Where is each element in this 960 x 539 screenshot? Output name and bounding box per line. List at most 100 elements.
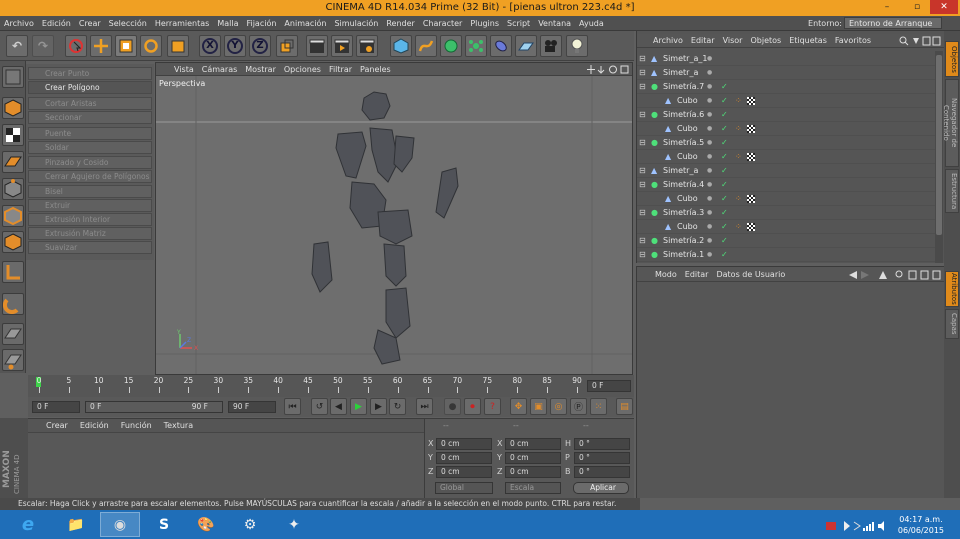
obj-menu-etiquetas[interactable]: Etiquetas [785,34,831,48]
expand-toggle-icon[interactable]: ⊟ [639,164,646,178]
menu-simulacion[interactable]: Simulación [330,16,382,31]
floor-button[interactable] [515,35,537,57]
y-axis-lock-button[interactable]: Y [224,35,246,57]
size-z-field[interactable]: 0 cm [505,466,561,478]
light-button[interactable] [566,35,588,57]
mat-menu-textura[interactable]: Textura [158,419,199,433]
next-frame-button[interactable]: ▶ [370,398,387,415]
array-button[interactable] [465,35,487,57]
visibility-dot-icon[interactable]: ● [707,164,712,178]
end-frame-field[interactable]: 90 F [228,401,276,413]
expand-toggle-icon[interactable]: ⊟ [639,178,646,192]
coord-scale-select[interactable]: Escala [505,482,561,494]
menu-crear[interactable]: Crear [75,16,105,31]
workplane-grid-button[interactable] [2,349,24,371]
visibility-dot-icon[interactable]: ● [707,178,712,192]
material-tag-icon[interactable] [747,153,755,161]
material-tag-icon[interactable] [747,195,755,203]
last-tool-button[interactable] [167,35,189,57]
obj-menu-archivo[interactable]: Archivo [649,34,687,48]
attr-menu-editar[interactable]: Editar [681,268,713,282]
snap-button[interactable] [2,293,24,315]
polygons-mode-button[interactable] [2,231,24,253]
object-row[interactable]: ▲ Cubo ● ✓ ⁘ [637,122,935,136]
enabled-check-icon[interactable]: ✓ [721,220,728,234]
menu-item-pinzado-cosido[interactable]: Pinzado y Cosido [28,156,152,169]
obj-menu-visor[interactable]: Visor [719,34,747,48]
play-button[interactable]: ▶ [350,398,367,415]
undo-button[interactable]: ↶ [6,35,28,57]
attr-menu-modo[interactable]: Modo [651,268,681,282]
render-settings-button[interactable] [356,35,378,57]
tab-navegador-contenido[interactable]: Navegador de Contenido [942,79,959,167]
ie-app-icon[interactable]: e [8,512,48,537]
expand-toggle-icon[interactable]: ⊟ [639,80,646,94]
key-rotation-button[interactable]: ◎ [550,398,567,415]
workplane-mode-button[interactable] [2,151,24,173]
material-tag-icon[interactable] [747,125,755,133]
misc-app-icon[interactable]: ✦ [274,512,314,537]
prev-key-button[interactable]: ↺ [311,398,328,415]
settings-app-icon[interactable]: ⚙ [230,512,270,537]
visibility-dot-icon[interactable]: ● [707,192,712,206]
start-frame-field[interactable]: 0 F [32,401,80,413]
enabled-check-icon[interactable]: ✓ [721,122,728,136]
visibility-dot-icon[interactable]: ● [707,66,712,80]
rotation-h-field[interactable]: 0 ° [574,438,630,450]
keyframe-selection-button[interactable]: ? [484,398,501,415]
current-frame-field[interactable]: 0 F [587,380,631,392]
clock[interactable]: 04:17 a.m. 06/06/2015 [898,514,944,536]
object-row[interactable]: ⊟ ● Simetría.2 ● ✓ [637,234,935,248]
expand-toggle-icon[interactable]: ⊟ [639,108,646,122]
size-x-field[interactable]: 0 cm [505,438,561,450]
timeline-ruler[interactable]: 0 5 10 15 20 25 30 35 40 45 50 55 60 65 70 75 80 85 90 0 F [28,375,634,397]
menu-item-suavizar[interactable]: Suavizar [28,241,152,254]
expand-toggle-icon[interactable]: ⊟ [639,234,646,248]
key-position-button[interactable]: ✥ [510,398,527,415]
visibility-dot-icon[interactable]: ● [707,122,712,136]
visibility-dot-icon[interactable]: ● [707,206,712,220]
enabled-check-icon[interactable]: ✓ [721,248,728,262]
paint-app-icon[interactable]: 🎨 [186,512,226,537]
viewport-menu-camaras[interactable]: Cámaras [198,63,242,76]
object-row[interactable]: ⊟ ● Simetría.4 ● ✓ [637,178,935,192]
obj-menu-objetos[interactable]: Objetos [746,34,785,48]
redo-button[interactable]: ↷ [32,35,54,57]
visibility-dot-icon[interactable]: ● [707,220,712,234]
edges-mode-button[interactable] [2,205,24,227]
menu-edicion[interactable]: Edición [38,16,75,31]
enabled-check-icon[interactable]: ✓ [721,206,728,220]
menu-herramientas[interactable]: Herramientas [151,16,214,31]
menu-character[interactable]: Character [419,16,467,31]
viewport-menu-opciones[interactable]: Opciones [280,63,325,76]
prev-frame-button[interactable]: ◀ [330,398,347,415]
material-tag-icon[interactable] [747,97,755,105]
viewport-menu-filtrar[interactable]: Filtrar [325,63,356,76]
size-y-field[interactable]: 0 cm [505,452,561,464]
expand-toggle-icon[interactable]: ⊟ [639,52,646,66]
deformer-button[interactable] [490,35,512,57]
menu-malla[interactable]: Malla [213,16,242,31]
camera-button[interactable] [540,35,562,57]
rotation-p-field[interactable]: 0 ° [574,452,630,464]
enabled-check-icon[interactable]: ✓ [721,150,728,164]
visibility-dot-icon[interactable]: ● [707,234,712,248]
material-tag-icon[interactable] [747,223,755,231]
viewport-menu-mostrar[interactable]: Mostrar [241,63,280,76]
system-tray-icons[interactable] [826,520,888,532]
key-param-button[interactable]: Ⓟ [570,398,587,415]
position-x-field[interactable]: 0 cm [436,438,492,450]
object-row[interactable]: ▲ Cubo ● ✓ ⁘ [637,94,935,108]
mat-menu-edicion[interactable]: Edición [74,419,115,433]
object-scrollbar[interactable] [935,51,943,263]
cube-primitive-button[interactable] [390,35,412,57]
record-button[interactable]: ● [444,398,461,415]
menu-item-extrusion-matriz[interactable]: Extrusión Matriz [28,227,152,240]
obj-menu-editar[interactable]: Editar [687,34,719,48]
menu-item-soldar[interactable]: Soldar [28,141,152,154]
mat-menu-funcion[interactable]: Función [115,419,158,433]
object-row[interactable]: ▲ Cubo ● ✓ ⁘ [637,220,935,234]
select-tool-button[interactable] [65,35,87,57]
object-scrollbar-thumb[interactable] [936,55,942,235]
texture-mode-button[interactable] [2,124,24,146]
